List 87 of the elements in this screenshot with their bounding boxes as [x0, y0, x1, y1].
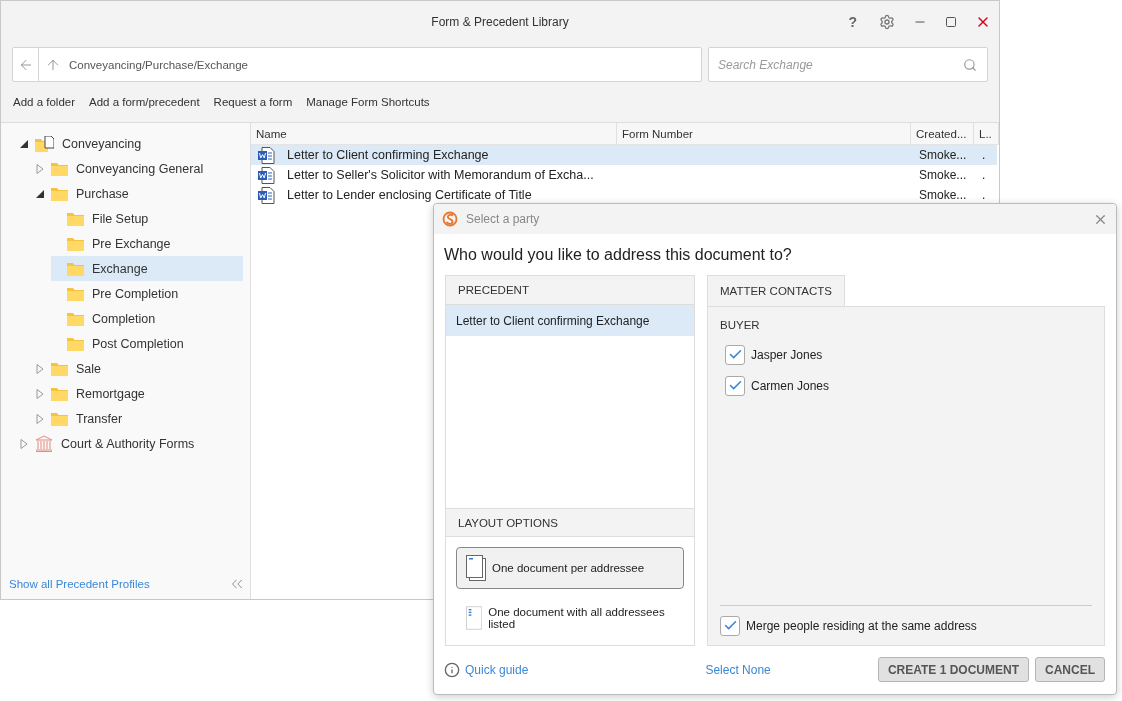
- folder-icon: [67, 311, 84, 326]
- panel-header: PRECEDENT: [446, 276, 694, 305]
- table-row[interactable]: Letter to Lender enclosing Certificate of Title Smoke... .: [251, 185, 997, 205]
- column-header[interactable]: Form Number: [617, 123, 911, 144]
- address-bar[interactable]: Conveyancing/Purchase/Exchange: [12, 47, 702, 82]
- dialog-question: Who would you like to address this document to?: [443, 245, 793, 265]
- merge-label: Merge people residing at the same address: [746, 618, 977, 633]
- quick-guide-link[interactable]: Quick guide: [465, 662, 529, 677]
- contact-name: Carmen Jones: [751, 378, 830, 393]
- checkbox[interactable]: [725, 375, 745, 396]
- precedent-item[interactable]: Letter to Client confirming Exchange: [446, 305, 694, 336]
- settings-icon[interactable]: [879, 14, 895, 30]
- folder-icon: [51, 186, 68, 201]
- word-document-icon: [258, 146, 275, 164]
- list-page-icon: [466, 605, 483, 631]
- folder-icon: [67, 236, 84, 251]
- building-icon: [35, 435, 53, 452]
- folder-icon: [67, 286, 84, 301]
- folder-icon: [67, 261, 84, 276]
- folder-icon: [51, 161, 68, 176]
- tree-item[interactable]: Sale: [35, 356, 243, 381]
- table-row[interactable]: Letter to Seller's Solicitor with Memorandum of Excha... Smoke... .: [251, 165, 997, 185]
- tree-item[interactable]: Pre Exchange: [51, 231, 243, 256]
- contacts-tab[interactable]: MATTER CONTACTS: [707, 275, 845, 306]
- app-logo-icon: [442, 211, 458, 227]
- toolbar-link[interactable]: Manage Form Shortcuts: [306, 96, 430, 108]
- info-icon: [444, 661, 460, 678]
- collapsed-arrow-icon[interactable]: [35, 363, 45, 374]
- folder-icon: [51, 361, 68, 376]
- tree-item[interactable]: Completion: [51, 306, 243, 331]
- select-none-link[interactable]: Select None: [705, 662, 771, 677]
- tree-item[interactable]: Conveyancing: [19, 131, 243, 156]
- search-field[interactable]: Search Exchange: [708, 47, 988, 82]
- toolbar-link[interactable]: Request a form: [213, 96, 293, 108]
- collapsed-arrow-icon[interactable]: [35, 413, 45, 424]
- tree-item[interactable]: Remortgage: [35, 381, 243, 406]
- folder-path: Conveyancing/Purchase/Exchange: [69, 58, 248, 71]
- table-cell: Letter to Lender enclosing Certificate of Title: [287, 188, 532, 202]
- tree-item[interactable]: Pre Completion: [51, 281, 243, 306]
- column-header[interactable]: L..: [974, 123, 999, 144]
- folder-icon: [67, 211, 84, 226]
- toolbar-link[interactable]: Add a form/precedent: [89, 96, 200, 108]
- table-cell-text: Smoke...: [918, 188, 968, 202]
- word-document-icon: [258, 166, 275, 184]
- tree-item[interactable]: Court & Authority Forms: [19, 431, 243, 456]
- window-title: Form & Precedent Library: [431, 15, 569, 29]
- stacked-pages-icon: [466, 555, 486, 581]
- dialog-title: Select a party: [466, 212, 541, 226]
- profiles-link[interactable]: Show all Precedent Profiles: [9, 578, 150, 590]
- table-cell-text: .: [981, 188, 987, 202]
- tree-item[interactable]: Post Completion: [51, 331, 243, 356]
- tree-item[interactable]: Exchange: [51, 256, 243, 281]
- collapsed-arrow-icon[interactable]: [35, 163, 45, 174]
- table-row[interactable]: Letter to Client confirming Exchange Smoke... .: [251, 145, 997, 165]
- column-header[interactable]: Name: [251, 123, 617, 144]
- folder-document-icon: [35, 135, 54, 152]
- expanded-arrow-icon[interactable]: [35, 188, 45, 199]
- checkbox[interactable]: [720, 615, 740, 636]
- collapsed-arrow-icon[interactable]: [19, 438, 29, 449]
- help-button[interactable]: ?: [844, 14, 861, 30]
- word-document-icon: [258, 186, 275, 204]
- group-label: BUYER: [720, 319, 761, 331]
- layout-option[interactable]: One document per addressee: [456, 547, 684, 589]
- table-cell-text: Smoke...: [918, 168, 968, 182]
- table-cell-text: .: [981, 168, 987, 182]
- expanded-arrow-icon[interactable]: [19, 138, 29, 149]
- search-icon[interactable]: [963, 57, 977, 72]
- panel-header: LAYOUT OPTIONS: [446, 508, 694, 537]
- folder-icon: [51, 411, 68, 426]
- toolbar-link[interactable]: Add a folder: [13, 96, 75, 108]
- checkbox[interactable]: [725, 344, 745, 365]
- maximize-icon[interactable]: [945, 16, 957, 28]
- cancel-button[interactable]: CANCEL: [1035, 657, 1105, 682]
- table-cell: Letter to Seller's Solicitor with Memorandum of Excha...: [287, 168, 594, 182]
- column-header[interactable]: Created...: [911, 123, 974, 144]
- collapsed-arrow-icon[interactable]: [35, 388, 45, 399]
- create-button[interactable]: CREATE 1 DOCUMENT: [877, 657, 1029, 682]
- tree-item[interactable]: File Setup: [51, 206, 243, 231]
- folder-icon: [51, 386, 68, 401]
- tree-item[interactable]: Conveyancing General: [35, 156, 243, 181]
- table-cell-text: Smoke...: [918, 148, 968, 162]
- table-cell: Letter to Client confirming Exchange: [287, 148, 489, 162]
- tree-item[interactable]: Purchase: [35, 181, 243, 206]
- tree-item[interactable]: Transfer: [35, 406, 243, 431]
- contact-name: Jasper Jones: [751, 347, 823, 362]
- table-cell-text: .: [981, 148, 987, 162]
- folder-icon: [67, 336, 84, 351]
